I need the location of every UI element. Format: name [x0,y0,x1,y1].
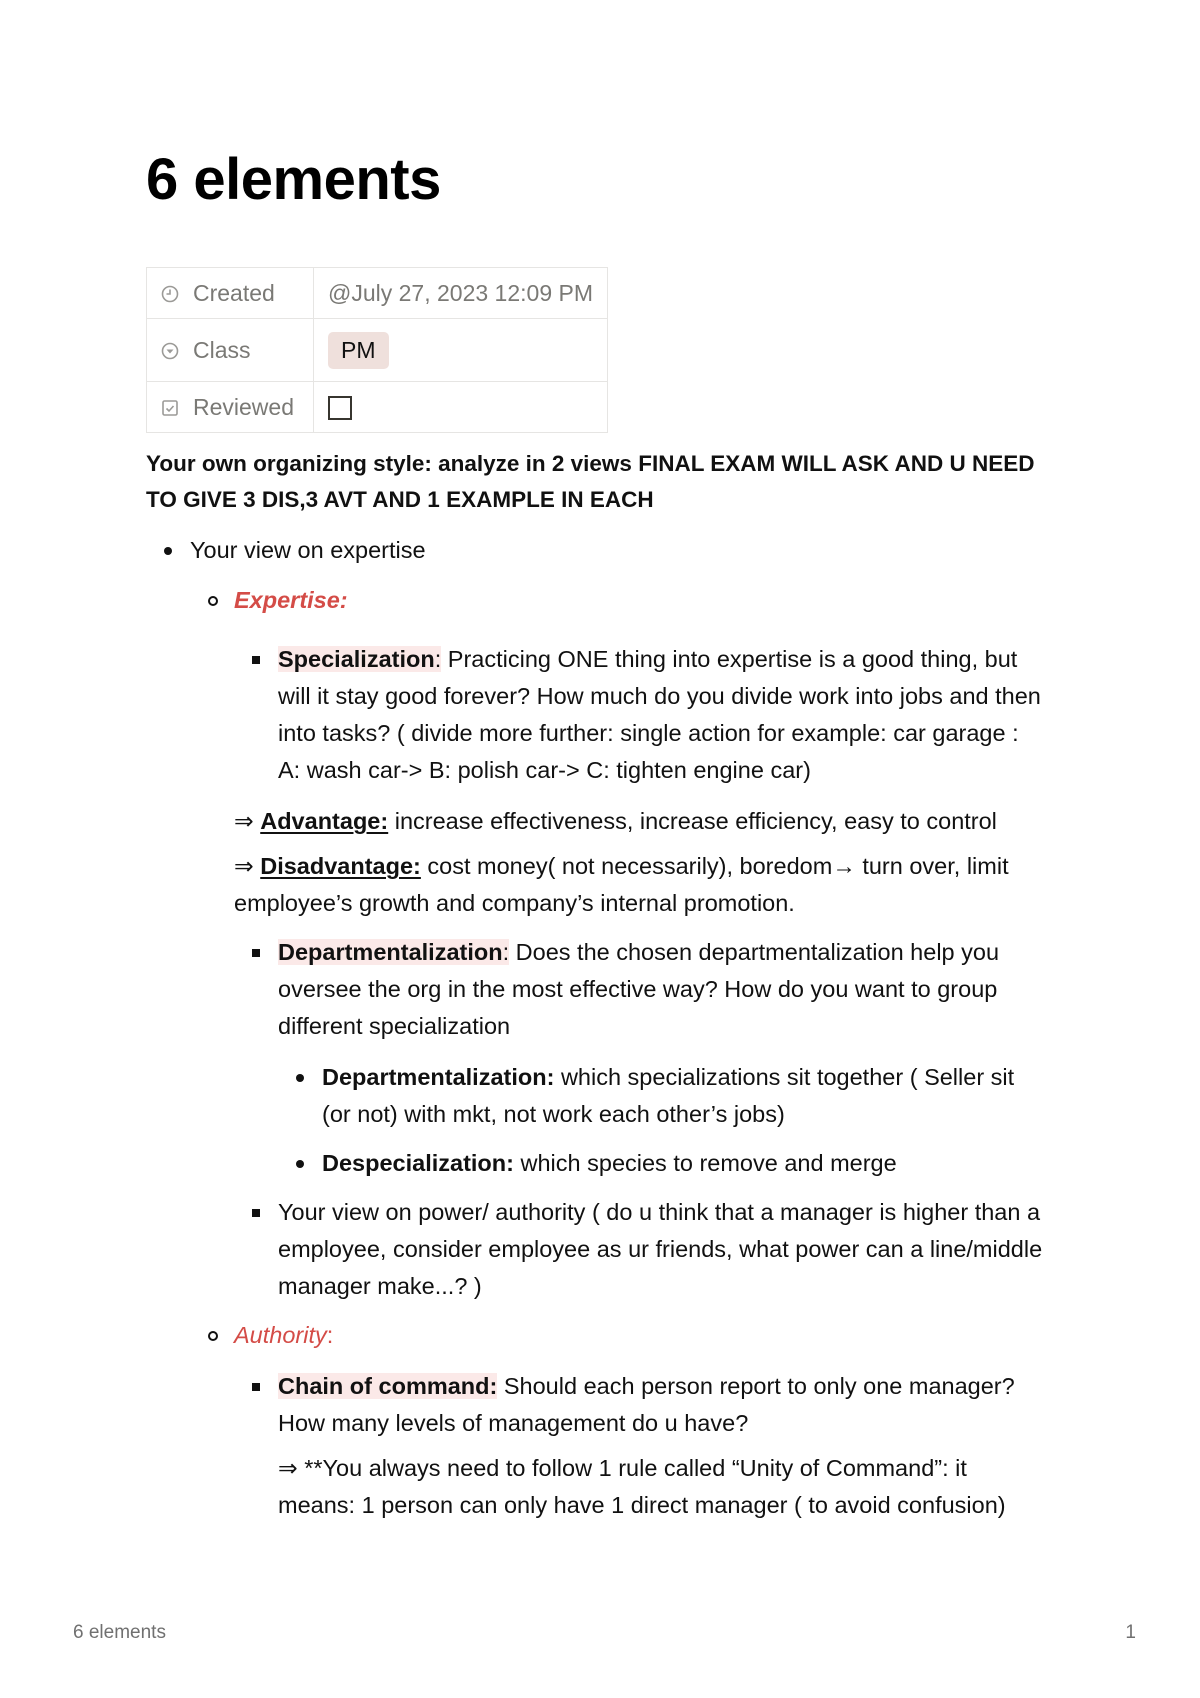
specialization-term: Specialization [278,646,435,672]
property-label: Reviewed [193,393,294,420]
list-item-specialization: Specialization: Practicing ONE thing int… [252,641,1046,789]
list-item-departmentalization: Departmentalization: Does the chosen dep… [252,934,1046,1045]
property-label: Created [193,279,275,306]
property-key: Class [146,318,314,382]
select-icon [161,342,179,360]
unity-note-text: ⇒ **You always need to follow 1 rule cal… [278,1455,1006,1518]
despec-term: Despecialization: [322,1150,514,1176]
footer-doc-name: 6 elements [73,1622,166,1643]
created-value[interactable]: @July 27, 2023 12:09 PM [312,267,609,319]
implies-arrow-icon: ⇒ [234,853,261,879]
unity-of-command-note: ⇒ **You always need to follow 1 rule cal… [278,1450,1046,1524]
list-item-view-power: Your view on power/ authority ( do u thi… [252,1194,1046,1305]
authority-heading: Authority [234,1322,327,1348]
advantage-line: ⇒ Advantage: increase effectiveness, inc… [234,803,1046,840]
reviewed-value [312,381,609,433]
class-value[interactable]: PM [312,318,609,382]
property-row-created: Created @July 27, 2023 12:09 PM [146,267,609,319]
disadvantage-line: ⇒ Disadvantage: cost money( not necessar… [234,848,1046,922]
clock-icon [161,285,179,303]
despec-text: which species to remove and merge [513,1150,897,1176]
property-key: Reviewed [146,381,314,433]
page-title: 6 elements [146,147,441,212]
class-tag[interactable]: PM [328,331,389,369]
view-power-text: Your view on power/ authority ( do u thi… [278,1199,1043,1299]
property-label: Class [193,336,251,363]
colon: : [326,1322,334,1348]
footer-page-number: 1 [1125,1622,1136,1643]
properties-table: Created @July 27, 2023 12:09 PM Class PM… [146,267,609,433]
list-item-view-expertise: Your view on expertise [164,532,1046,569]
checkbox-icon [161,399,179,417]
list-item-dept-sub: Departmentalization: which specializatio… [296,1059,1046,1133]
list-item-despecialization: Despecialization: which species to remov… [296,1145,1046,1182]
advantage-text: increase effectiveness, increase efficie… [388,808,997,834]
dept-sub-term: Departmentalization: [322,1064,555,1090]
advantage-term: Advantage: [260,808,389,834]
intro-note: Your own organizing style: analyze in 2 … [146,451,1035,512]
property-key: Created [146,267,314,319]
list-item-text: Your view on expertise [190,537,426,563]
reviewed-checkbox[interactable] [328,396,352,421]
list-item-authority-heading: Authority: [208,1317,1046,1354]
property-row-class: Class PM [146,318,609,382]
disadvantage-term: Disadvantage: [260,853,421,879]
departmentalization-term: Departmentalization [278,939,503,965]
implies-arrow-icon: ⇒ [234,808,261,834]
chain-of-command-term: Chain of command: [278,1373,498,1399]
list-item-chain-of-command: Chain of command: Should each person rep… [252,1368,1046,1442]
list-item-expertise-heading: Expertise: [208,582,1046,619]
expertise-heading: Expertise: [234,587,348,613]
page-content: Your own organizing style: analyze in 2 … [146,446,1046,1524]
property-row-reviewed: Reviewed [146,381,609,433]
